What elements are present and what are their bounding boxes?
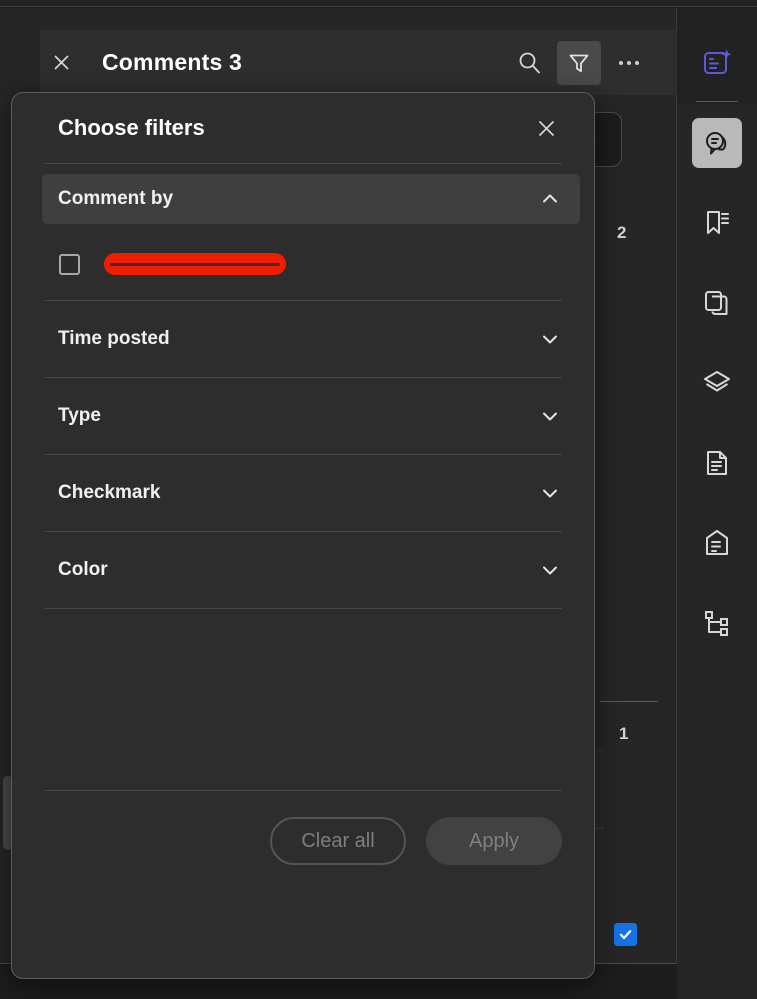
filter-icon [567,51,591,75]
dialog-title: Choose filters [58,115,205,141]
chevron-down-icon [540,483,560,503]
right-sidebar [677,8,757,999]
sidebar-spacer [677,576,757,590]
filter-section-checkmark[interactable]: Checkmark [42,455,580,531]
comments-header-actions [507,41,677,85]
close-icon [53,54,70,71]
sidebar-spacer [677,256,757,270]
sidebar-spacer [677,496,757,510]
close-dialog-button[interactable] [530,112,562,144]
apply-button[interactable]: Apply [426,817,562,865]
chevron-down-icon [540,329,560,349]
close-icon [537,119,556,138]
choose-filters-dialog: Choose filters Comment by [11,92,595,979]
dialog-header: Choose filters [12,93,594,163]
clear-all-button[interactable]: Clear all [270,817,406,865]
sidebar-item-tags[interactable] [677,510,757,576]
filter-section-label: Checkmark [58,482,160,504]
dialog-header-divider [44,163,562,164]
sidebar-spacer [677,416,757,430]
chevron-down-icon [540,406,560,426]
bookmarks-icon [692,198,742,248]
sidebar-divider [696,101,738,102]
comments-more-options-button[interactable] [607,41,651,85]
filter-section-label: Color [58,559,108,581]
filter-section-type[interactable]: Type [42,378,580,454]
page-thumbnails-icon [692,278,742,328]
layers-icon [692,358,742,408]
sidebar-item-ai-assistant[interactable] [677,30,757,96]
sidebar-item-bookmarks[interactable] [677,190,757,256]
more-options-icon [619,61,639,65]
filter-section-label: Type [58,405,101,427]
redaction-stroke [110,263,280,266]
comment-divider [600,701,658,702]
sidebar-spacer [677,176,757,190]
app-root: Comments 3 [0,0,757,999]
tags-icon [692,518,742,568]
comment-resolved-checkbox[interactable] [614,923,637,946]
sidebar-item-content-tree[interactable] [677,590,757,656]
filter-section-label: Time posted [58,328,170,350]
filter-comments-button[interactable] [557,41,601,85]
content-tree-icon [692,598,742,648]
comments-panel-header: Comments 3 [40,30,677,95]
filter-option-checkbox[interactable] [59,254,80,275]
filter-option-label-redacted [104,253,286,275]
close-comments-panel-button[interactable] [44,46,78,80]
sidebar-item-layers[interactable] [677,350,757,416]
sidebar-item-comments[interactable] [677,110,757,176]
comment-index-number: 2 [617,223,626,243]
sidebar-spacer [677,336,757,350]
checkmark-icon [618,927,633,942]
search-comments-button[interactable] [507,41,551,85]
filter-section-comment-by[interactable]: Comment by [42,174,580,224]
chevron-up-icon [540,189,560,209]
attachments-icon [692,438,742,488]
sidebar-item-page-thumbnails[interactable] [677,270,757,336]
filter-section-color[interactable]: Color [42,532,580,608]
window-top-strip [0,0,757,7]
page-title: Comments 3 [102,49,242,76]
dialog-empty-space [12,609,594,790]
filter-section-label: Comment by [58,188,173,210]
search-icon [517,50,542,75]
dialog-footer: Clear all Apply [12,791,594,891]
filter-option-row [12,224,594,286]
comment-index-number: 1 [619,724,628,744]
filter-section-time-posted[interactable]: Time posted [42,301,580,377]
ai-assistant-icon [692,38,742,88]
chevron-down-icon [540,560,560,580]
sidebar-item-attachments[interactable] [677,430,757,496]
comments-icon [692,118,742,168]
